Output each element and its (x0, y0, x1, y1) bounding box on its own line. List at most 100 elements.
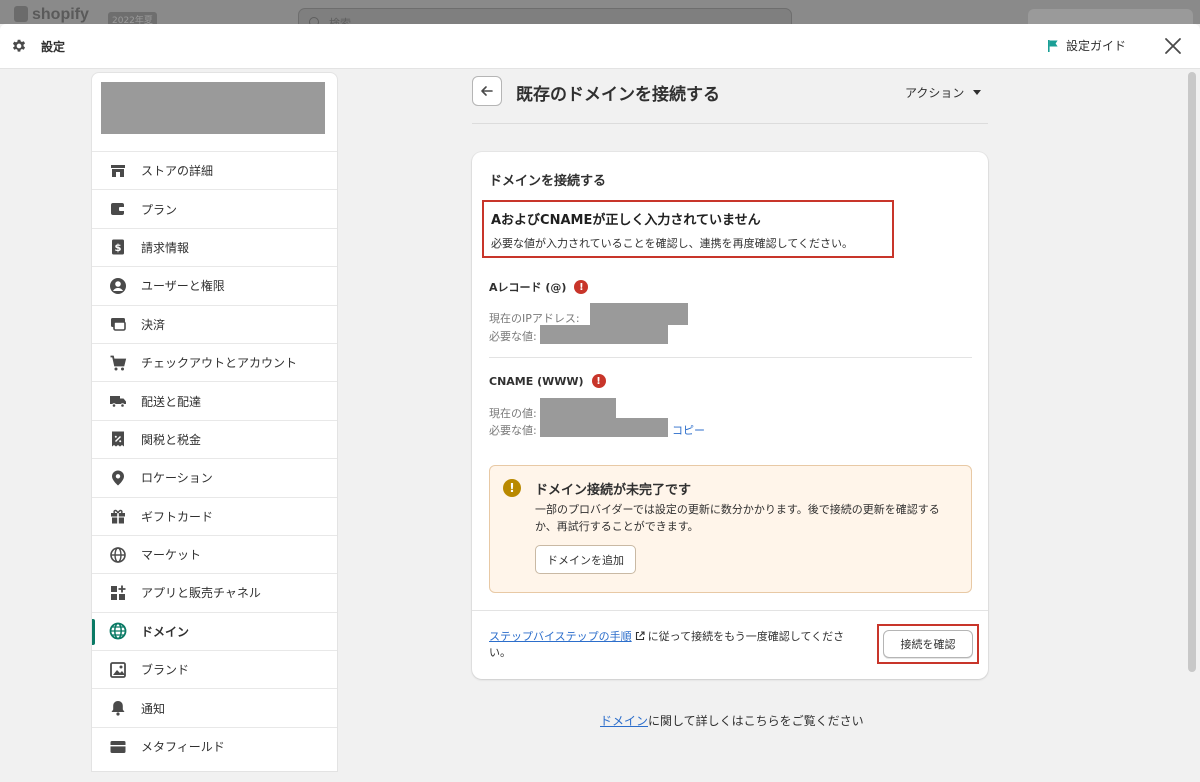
sidebar-item-metafields[interactable]: メタフィールド (92, 726, 337, 765)
cname-label: CNAME (WWW) (489, 374, 584, 388)
apps-icon (109, 584, 127, 602)
bell-icon (109, 699, 127, 717)
shopify-bag-icon (14, 6, 28, 22)
sidebar-item-label: ストアの詳細 (141, 164, 214, 179)
a-record-current-label: 現在のIPアドレス: (489, 312, 580, 325)
redacted-required-value (540, 325, 668, 344)
page-title: 既存のドメインを接続する (516, 85, 720, 105)
sidebar-item-apps[interactable]: アプリと販売チャネル (92, 573, 337, 611)
cart-icon (109, 354, 127, 372)
incomplete-notice: ! ドメイン接続が未完了です 一部のプロバイダーでは設定の更新に数分かかります。… (489, 465, 972, 593)
domain-globe-icon (109, 622, 127, 640)
bottom-help-suffix: に関して詳しくはこちらをご覧ください (648, 714, 864, 728)
sidebar-item-label: プラン (141, 202, 178, 217)
cname-required-label: 必要な値: (489, 424, 537, 437)
cname-heading: CNAME (WWW) ! (489, 374, 606, 388)
sidebar-item-taxes[interactable]: 関税と税金 (92, 419, 337, 458)
billing-icon: $ (109, 238, 127, 256)
sidebar-item-label: 請求情報 (141, 240, 190, 255)
header-divider (472, 123, 988, 124)
admin-search: 検索 (298, 8, 792, 24)
sidebar-item-label: ユーザーと権限 (141, 279, 225, 294)
sidebar-item-domains[interactable]: ドメイン (92, 611, 337, 650)
confirm-connection-button[interactable]: 接続を確認 (883, 630, 973, 658)
brand-icon (109, 661, 127, 679)
sidebar-item-label: 関税と税金 (141, 432, 202, 447)
sidebar-item-checkout[interactable]: チェックアウトとアカウント (92, 342, 337, 381)
back-button[interactable] (472, 76, 502, 106)
truck-icon (109, 392, 127, 410)
sidebar-item-billing[interactable]: $ 請求情報 (92, 227, 337, 266)
card-title: ドメインを接続する (489, 174, 607, 189)
step-by-step-link[interactable]: ステップバイステップの手順 (489, 630, 632, 643)
sidebar-item-markets[interactable]: マーケット (92, 534, 337, 573)
sidebar-item-label: ギフトカード (141, 509, 214, 524)
notice-description: 一部のプロバイダーでは設定の更新に数分かかります。後で接続の更新を確認するか、再… (535, 503, 940, 533)
modal-header: 設定 設定ガイド (0, 24, 1200, 69)
error-highlight-box: AおよびCNAMEが正しく入力されていません 必要な値が入力されていることを確認… (482, 200, 894, 258)
plan-icon (109, 200, 127, 218)
actions-dropdown[interactable]: アクション (905, 84, 982, 101)
redacted-ip-value (590, 303, 688, 325)
store-icon (109, 162, 127, 180)
sidebar-item-shipping[interactable]: 配送と配達 (92, 381, 337, 419)
sidebar-item-label: 通知 (141, 701, 166, 716)
sidebar-item-label: ロケーション (141, 471, 213, 486)
cname-current-label: 現在の値: (489, 407, 537, 420)
sidebar-item-gift-cards[interactable]: ギフトカード (92, 496, 337, 535)
error-title: AおよびCNAMEが正しく入力されていません (491, 213, 761, 228)
bottom-help-text: ドメインに関して詳しくはこちらをご覧ください (600, 712, 864, 729)
sidebar-item-label: メタフィールド (141, 740, 225, 755)
sidebar-item-label: マーケット (141, 548, 202, 563)
store-card-redacted[interactable] (101, 82, 325, 134)
settings-sidebar: ストアの詳細 プラン $ 請求情報 ユーザーと権限 決済 チェックアウトとアカウ… (91, 72, 338, 772)
warning-icon: ! (503, 479, 521, 497)
gift-icon (109, 507, 127, 525)
connect-domain-card: ドメインを接続する AおよびCNAMEが正しく入力されていません 必要な値が入力… (472, 152, 988, 679)
error-alert-icon: ! (574, 280, 589, 294)
sidebar-item-label: 決済 (141, 317, 166, 332)
sidebar-item-label: アプリと販売チャネル (141, 586, 261, 601)
a-record-heading: Aレコード (@) ! (489, 279, 589, 295)
add-domain-button[interactable]: ドメインを追加 (535, 545, 636, 574)
arrow-left-icon (481, 86, 493, 96)
admin-account-area (1028, 9, 1193, 24)
sidebar-item-payments[interactable]: 決済 (92, 304, 337, 343)
shopify-logo: shopify (14, 6, 89, 24)
sidebar-item-brand[interactable]: ブランド (92, 650, 337, 688)
modal-title: 設定 (41, 40, 66, 54)
a-record-required-label: 必要な値: (489, 330, 537, 343)
external-link-icon (635, 631, 645, 641)
notice-title: ドメイン接続が未完了です (535, 483, 692, 498)
flag-icon (1048, 39, 1058, 52)
sidebar-item-plan[interactable]: プラン (92, 189, 337, 227)
a-record-label: Aレコード (@) (489, 281, 567, 294)
sidebar-nav: ストアの詳細 プラン $ 請求情報 ユーザーと権限 決済 チェックアウトとアカウ… (92, 151, 337, 765)
copy-link[interactable]: コピー (672, 422, 705, 438)
tax-icon (109, 430, 127, 448)
redacted-cname-value (540, 398, 616, 418)
sidebar-item-store-details[interactable]: ストアの詳細 (92, 151, 337, 189)
sidebar-item-notifications[interactable]: 通知 (92, 688, 337, 726)
sidebar-item-locations[interactable]: ロケーション (92, 458, 337, 496)
scrollbar-thumb[interactable] (1188, 72, 1196, 672)
year-badge: 2022年夏 (108, 12, 157, 24)
payment-icon (109, 315, 127, 333)
setup-guide-label: 設定ガイド (1066, 39, 1127, 53)
error-alert-icon: ! (591, 374, 606, 388)
globe-icon (109, 546, 127, 564)
admin-backdrop: shopify 2022年夏 検索 (0, 0, 1200, 24)
record-divider (489, 357, 972, 358)
svg-text:$: $ (115, 243, 122, 254)
domain-help-link[interactable]: ドメイン (600, 714, 648, 728)
actions-label: アクション (905, 86, 965, 100)
sidebar-item-label: ブランド (141, 663, 190, 678)
setup-guide-link[interactable]: 設定ガイド (1046, 37, 1126, 54)
scrollbar[interactable] (1186, 70, 1200, 782)
error-description: 必要な値が入力されていることを確認し、連携を再度確認してください。 (491, 237, 854, 250)
close-icon[interactable] (1163, 36, 1183, 56)
sidebar-item-label: チェックアウトとアカウント (141, 356, 298, 371)
metafield-icon (109, 738, 127, 756)
sidebar-item-users[interactable]: ユーザーと権限 (92, 266, 337, 304)
footer-instructions: ステップバイステップの手順 に従って接続をもう一度確認してください。 (489, 629, 859, 661)
